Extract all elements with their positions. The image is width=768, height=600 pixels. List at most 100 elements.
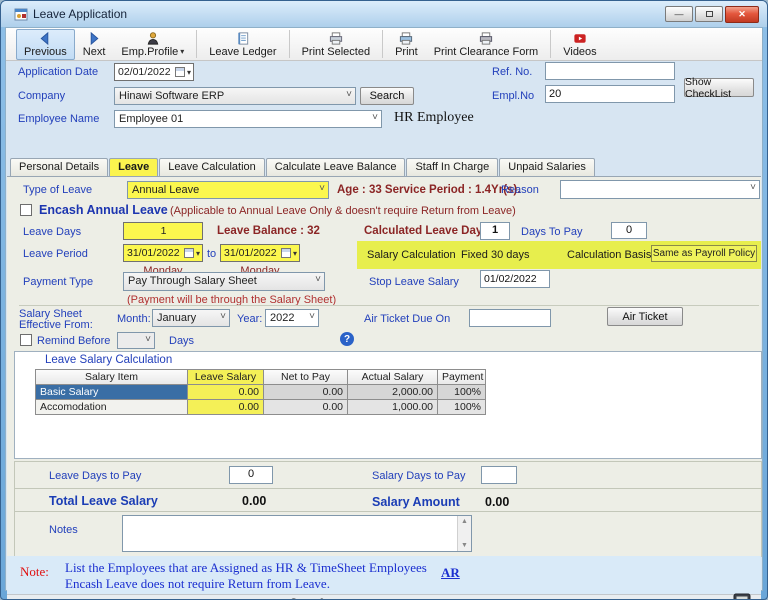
- print-clearance-form-label: Print Clearance Form: [434, 46, 539, 58]
- maximize-button[interactable]: [695, 6, 723, 22]
- employee-name-label: Employee Name: [18, 113, 99, 125]
- days-to-pay-input[interactable]: 0: [611, 222, 647, 239]
- col-header-leave-salary[interactable]: Leave Salary: [188, 370, 264, 385]
- notes-scrollbar[interactable]: ▲▼: [457, 516, 471, 551]
- help-icon[interactable]: ?: [340, 332, 354, 346]
- scroll-down-icon[interactable]: ▼: [461, 542, 468, 549]
- air-ticket-due-input[interactable]: [469, 309, 551, 327]
- app-icon: [13, 6, 29, 22]
- leave-application-window: Leave Application — ✕ Previous Next Emp.…: [0, 0, 768, 600]
- tab-unpaid-salaries[interactable]: Unpaid Salaries: [499, 158, 595, 176]
- year-value: 2022: [270, 312, 294, 324]
- search-button[interactable]: Search: [360, 87, 414, 105]
- leave-days-input[interactable]: 1: [123, 222, 203, 240]
- tab-leave-calculation[interactable]: Leave Calculation: [159, 158, 264, 176]
- col-header-net-to-pay[interactable]: Net to Pay: [264, 370, 348, 385]
- month-value: January: [157, 312, 196, 324]
- print-selected-label: Print Selected: [302, 46, 370, 58]
- leave-period-to-picker[interactable]: 31/01/2022 ▾: [220, 244, 300, 262]
- employee-name-value: Employee 01: [119, 113, 183, 125]
- salary-calculation-value: Fixed 30 days: [461, 249, 529, 261]
- tab-strip: Personal Details Leave Leave Calculation…: [10, 158, 596, 176]
- emp-profile-button[interactable]: Emp.Profile▾: [113, 29, 192, 60]
- footer-bar: Attachment Save & New Save & Close Save …: [7, 594, 761, 600]
- table-row-item[interactable]: Accomodation: [36, 400, 188, 415]
- type-of-leave-value: Annual Leave: [132, 184, 199, 196]
- empl-no-input[interactable]: [545, 85, 675, 103]
- ar-link[interactable]: AR: [441, 565, 460, 581]
- footnote-line-1: List the Employees that are Assigned as …: [65, 560, 427, 576]
- calculated-leave-days-input[interactable]: 1: [480, 222, 510, 240]
- application-date-value: 02/01/2022: [118, 66, 175, 78]
- year-select[interactable]: 2022: [265, 309, 319, 327]
- notes-field[interactable]: ▲▼: [122, 515, 472, 552]
- company-select[interactable]: Hinawi Software ERP: [114, 87, 356, 105]
- ref-no-input[interactable]: [545, 62, 675, 80]
- leave-period-to-value: 31/01/2022: [224, 247, 281, 259]
- tab-personal-details[interactable]: Personal Details: [10, 158, 108, 176]
- table-cell-payment[interactable]: 100%: [438, 400, 486, 415]
- table-row-item[interactable]: Basic Salary: [36, 385, 188, 400]
- air-ticket-button[interactable]: Air Ticket: [607, 307, 683, 326]
- table-cell-leave-salary[interactable]: 0.00: [188, 385, 264, 400]
- remind-before-label: Remind Before: [37, 335, 110, 347]
- col-header-actual-salary[interactable]: Actual Salary: [348, 370, 438, 385]
- application-date-picker[interactable]: 02/01/2022 ▾: [114, 63, 194, 81]
- empl-no-label: Empl.No: [492, 90, 534, 102]
- videos-button[interactable]: Videos: [555, 29, 604, 60]
- print-clearance-form-button[interactable]: Print Clearance Form: [426, 29, 547, 60]
- leave-period-from-picker[interactable]: 31/01/2022 ▾: [123, 244, 203, 262]
- col-header-payment[interactable]: Payment: [438, 370, 486, 385]
- section-divider: [15, 488, 761, 489]
- days-to-pay-label: Days To Pay: [521, 226, 583, 238]
- remind-before-checkbox[interactable]: [20, 334, 32, 346]
- reason-select[interactable]: [560, 180, 760, 199]
- month-select[interactable]: January: [152, 309, 230, 327]
- leave-ledger-button[interactable]: Leave Ledger: [201, 29, 284, 60]
- to-label: to: [207, 248, 216, 260]
- table-cell-actual-salary[interactable]: 1,000.00: [348, 400, 438, 415]
- table-cell-leave-salary[interactable]: 0.00: [188, 400, 264, 415]
- chevron-down-icon: ▾: [187, 68, 191, 77]
- arrow-right-icon: [86, 31, 102, 46]
- salary-sheet-label-2: Effective From:: [19, 319, 93, 331]
- calculator-icon[interactable]: [731, 593, 753, 600]
- type-of-leave-select[interactable]: Annual Leave: [127, 181, 329, 199]
- tab-leave[interactable]: Leave: [109, 158, 158, 176]
- chevron-down-icon: ▾: [180, 47, 184, 56]
- video-icon: [572, 31, 588, 46]
- previous-button[interactable]: Previous: [16, 29, 75, 60]
- air-ticket-due-label: Air Ticket Due On: [364, 313, 450, 325]
- salary-days-to-pay-input[interactable]: [481, 466, 517, 484]
- printer-icon: [328, 31, 344, 46]
- tab-calculate-leave-balance[interactable]: Calculate Leave Balance: [266, 158, 406, 176]
- printer-icon: [478, 31, 494, 46]
- encash-note-text: (Applicable to Annual Leave Only & doesn…: [170, 205, 516, 217]
- next-button[interactable]: Next: [75, 29, 114, 60]
- print-selected-button[interactable]: Print Selected: [294, 29, 378, 60]
- leave-days-to-pay-input[interactable]: 0: [229, 466, 273, 484]
- table-cell-actual-salary[interactable]: 2,000.00: [348, 385, 438, 400]
- videos-label: Videos: [563, 46, 596, 58]
- col-header-salary-item[interactable]: Salary Item: [36, 370, 188, 385]
- show-checklist-button[interactable]: Show CheckList: [684, 78, 754, 97]
- scroll-up-icon[interactable]: ▲: [461, 518, 468, 525]
- salary-amount-label: Salary Amount: [372, 495, 460, 509]
- table-cell-net-to-pay[interactable]: 0.00: [264, 400, 348, 415]
- employee-name-select[interactable]: Employee 01: [114, 110, 382, 128]
- close-icon[interactable]: ✕: [725, 6, 759, 23]
- tab-staff-in-charge[interactable]: Staff In Charge: [406, 158, 498, 176]
- toolbar-separator: [382, 30, 383, 58]
- stop-leave-salary-input[interactable]: [480, 270, 550, 288]
- company-label: Company: [18, 90, 65, 102]
- print-button[interactable]: Print: [387, 29, 426, 60]
- table-cell-payment[interactable]: 100%: [438, 385, 486, 400]
- minimize-button[interactable]: —: [665, 6, 693, 22]
- leave-days-to-pay-label: Leave Days to Pay: [49, 470, 141, 482]
- notes-textarea[interactable]: [123, 516, 457, 551]
- chevron-down-icon: ▾: [196, 249, 200, 258]
- remind-days-select[interactable]: [117, 332, 155, 349]
- table-cell-net-to-pay[interactable]: 0.00: [264, 385, 348, 400]
- payment-type-select[interactable]: Pay Through Salary Sheet: [123, 272, 325, 291]
- encash-annual-leave-checkbox[interactable]: [20, 204, 32, 216]
